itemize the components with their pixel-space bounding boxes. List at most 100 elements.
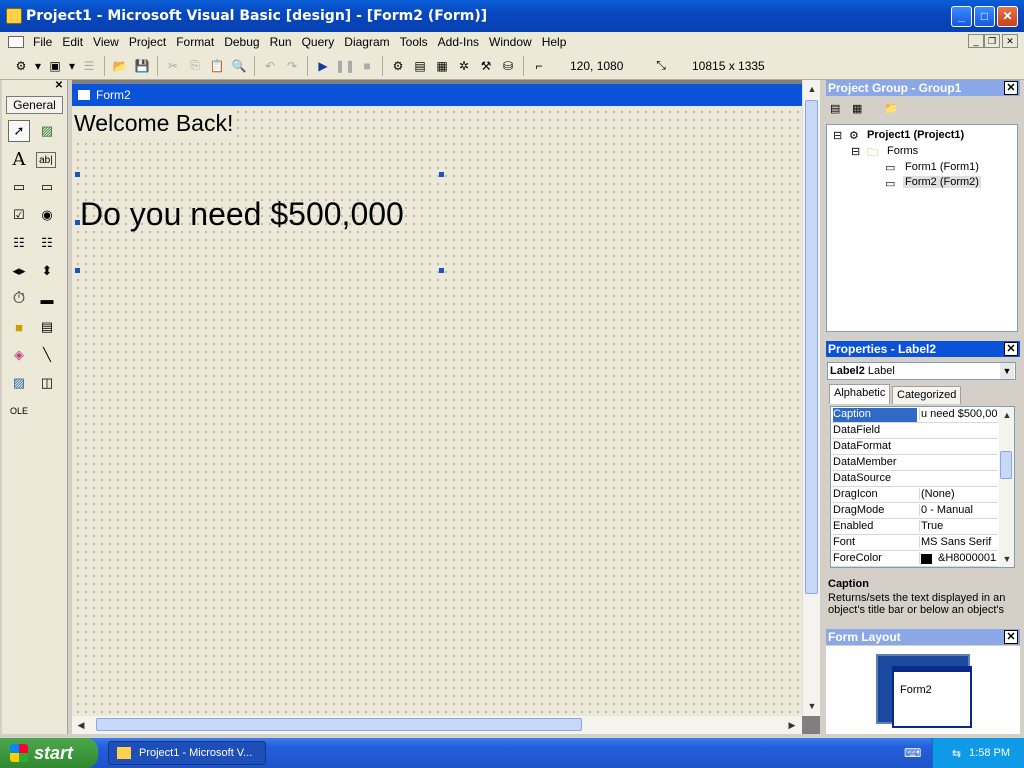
scroll-down-icon[interactable]: ▼ [999, 551, 1014, 567]
menu-window[interactable]: Window [484, 35, 537, 49]
shape-tool-icon[interactable]: ◈ [8, 344, 30, 366]
menu-debug[interactable]: Debug [219, 35, 264, 49]
horizontal-scroll-thumb[interactable] [96, 718, 582, 731]
form-layout-close-icon[interactable]: ✕ [1004, 630, 1018, 644]
vertical-scroll-thumb[interactable] [805, 100, 818, 594]
maximize-button[interactable]: □ [974, 6, 995, 27]
property-row[interactable]: Font MS Sans Serif [831, 535, 998, 551]
property-value[interactable]: (None) [919, 488, 997, 500]
horizontal-scrollbar[interactable]: ◀ ▶ [72, 716, 802, 734]
form-position-preview[interactable]: Form2 [892, 666, 972, 728]
checkbox-tool-icon[interactable]: ☑ [8, 204, 30, 226]
project-explorer-icon[interactable]: ⚙ [388, 56, 408, 76]
form-canvas[interactable]: Welcome Back! Do you need $500,000 [72, 106, 802, 716]
property-row[interactable]: DataSource [831, 471, 998, 487]
resize-handle[interactable] [439, 268, 444, 273]
scroll-up-icon[interactable]: ▲ [999, 407, 1014, 423]
property-row[interactable]: Enabled True [831, 519, 998, 535]
find-icon[interactable]: 🔍 [229, 56, 249, 76]
menu-run[interactable]: Run [265, 35, 297, 49]
break-icon[interactable]: ❚❚ [335, 56, 355, 76]
property-row[interactable]: DataMember [831, 455, 998, 471]
scroll-up-icon[interactable]: ▲ [804, 81, 820, 97]
tree-folder-forms[interactable]: Forms [887, 145, 918, 157]
start-icon[interactable]: ▶ [313, 56, 333, 76]
resize-handle[interactable] [75, 268, 80, 273]
property-row[interactable]: ForeColor &H80000012 [831, 551, 998, 567]
timer-tool-icon[interactable]: ⏱ [8, 288, 30, 310]
object-browser-icon[interactable]: ✲ [454, 56, 474, 76]
vscrollbar-tool-icon[interactable]: ⬍ [36, 260, 58, 282]
ole-tool-icon[interactable]: OLE [8, 400, 30, 422]
toolbox-close-icon[interactable]: ✕ [53, 80, 65, 92]
menu-diagram[interactable]: Diagram [339, 35, 394, 49]
menu-addins[interactable]: Add-Ins [433, 35, 484, 49]
properties-window-icon[interactable]: ▤ [410, 56, 430, 76]
property-value[interactable]: u need $500,000 [919, 408, 997, 420]
property-row[interactable]: DragIcon (None) [831, 487, 998, 503]
image-tool-icon[interactable]: ▨ [8, 372, 30, 394]
vertical-scrollbar[interactable]: ▲ ▼ [802, 80, 820, 716]
menu-tools[interactable]: Tools [395, 35, 433, 49]
line-tool-icon[interactable]: ╲ [36, 344, 58, 366]
menu-view[interactable]: View [88, 35, 124, 49]
tree-collapse-icon[interactable]: ⊟ [851, 145, 860, 158]
frame-tool-icon[interactable]: ▭ [8, 176, 30, 198]
label-tool-icon[interactable]: A [8, 148, 30, 170]
property-row[interactable]: Caption u need $500,000 [831, 407, 998, 423]
menu-edit[interactable]: Edit [57, 35, 88, 49]
redo-icon[interactable]: ↷ [282, 56, 302, 76]
add-form-icon[interactable]: ▣ [45, 56, 65, 76]
tree-project-root[interactable]: Project1 (Project1) [867, 129, 964, 141]
vb-app-icon[interactable] [6, 8, 22, 24]
picturebox-tool-icon[interactable]: ▨ [36, 120, 58, 142]
close-button[interactable]: ✕ [997, 6, 1018, 27]
add-project-icon[interactable]: ⚙ [11, 56, 31, 76]
optionbutton-tool-icon[interactable]: ◉ [36, 204, 58, 226]
add-form-dropdown-icon[interactable]: ▾ [67, 56, 77, 76]
tree-item-form1[interactable]: Form1 (Form1) [905, 161, 979, 173]
resize-handle[interactable] [439, 172, 444, 177]
property-scroll-thumb[interactable] [1000, 451, 1012, 479]
data-view-icon[interactable]: ⛁ [498, 56, 518, 76]
property-row[interactable]: DataField [831, 423, 998, 439]
menu-format[interactable]: Format [171, 35, 219, 49]
menu-help[interactable]: Help [537, 35, 572, 49]
cut-icon[interactable]: ✂ [163, 56, 183, 76]
welcome-label[interactable]: Welcome Back! [74, 110, 238, 137]
network-icon[interactable]: ⇆ [952, 747, 961, 760]
property-value[interactable]: True [919, 520, 997, 532]
property-value[interactable]: MS Sans Serif [919, 536, 997, 548]
project-explorer-close-icon[interactable]: ✕ [1004, 81, 1018, 95]
add-project-dropdown-icon[interactable]: ▾ [33, 56, 43, 76]
taskbar-item-vb[interactable]: Project1 - Microsoft V... [108, 741, 266, 765]
form-layout-icon[interactable]: ▦ [432, 56, 452, 76]
tab-alphabetic[interactable]: Alphabetic [829, 384, 891, 404]
textbox-tool-icon[interactable]: ab| [36, 152, 56, 168]
toolbox-icon[interactable]: ⚒ [476, 56, 496, 76]
paste-icon[interactable]: 📋 [207, 56, 227, 76]
pointer-tool-icon[interactable]: ➚ [8, 120, 30, 142]
scroll-left-icon[interactable]: ◀ [73, 717, 89, 733]
hscrollbar-tool-icon[interactable]: ◂▸ [8, 260, 30, 282]
property-row[interactable]: DataFormat [831, 439, 998, 455]
menu-project[interactable]: Project [124, 35, 171, 49]
resize-handle[interactable] [75, 172, 80, 177]
menu-file[interactable]: File [28, 35, 57, 49]
commandbutton-tool-icon[interactable]: ▭ [36, 176, 58, 198]
object-selector[interactable]: Label2 Label ▼ [827, 362, 1016, 380]
open-folder-icon[interactable]: 📂 [110, 56, 130, 76]
copy-icon[interactable]: ⎘ [185, 56, 205, 76]
toggle-folders-icon[interactable]: 📁 [884, 102, 898, 115]
save-icon[interactable]: 💾 [132, 56, 152, 76]
chevron-down-icon[interactable]: ▼ [1000, 363, 1014, 379]
scroll-right-icon[interactable]: ▶ [784, 717, 800, 733]
drivelistbox-tool-icon[interactable]: ▬ [36, 288, 58, 310]
filelistbox-tool-icon[interactable]: ▤ [36, 316, 58, 338]
start-button[interactable]: start [0, 738, 98, 768]
scroll-down-icon[interactable]: ▼ [804, 698, 820, 714]
mdi-restore-button[interactable]: ❐ [984, 34, 1000, 48]
combobox-tool-icon[interactable]: ☷ [8, 232, 30, 254]
view-code-icon[interactable]: ▤ [830, 102, 840, 115]
view-object-icon[interactable]: ▦ [852, 102, 862, 115]
